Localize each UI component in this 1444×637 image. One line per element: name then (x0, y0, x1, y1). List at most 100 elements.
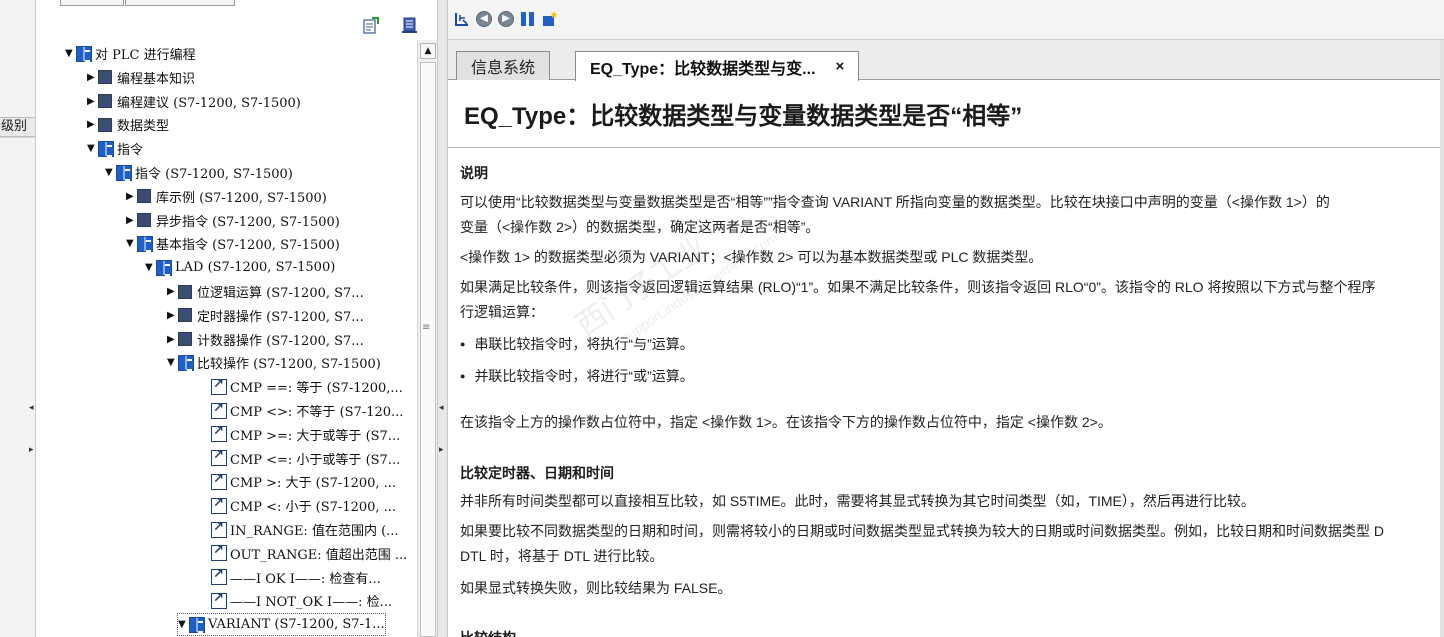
collapsed-triangle-icon[interactable]: ▶ (87, 72, 98, 83)
collapsed-triangle-icon[interactable]: ▶ (87, 119, 98, 130)
tree-item-not-ok[interactable]: ——I NOT_OK I——: 检... (200, 589, 392, 612)
tree-item-out-range[interactable]: OUT_RANGE: 值超出范围 ... (200, 542, 407, 565)
paragraph-3-line-2: 行逻辑运算： (460, 304, 544, 320)
tree-item-cmp-eq[interactable]: CMP ==: 等于 (S7-1200,... (200, 375, 403, 398)
sync-navigation-icon[interactable] (363, 17, 380, 34)
tree-item-data-types[interactable]: ▶ 数据类型 (87, 113, 169, 136)
tree-tab-strip (37, 0, 437, 7)
tree-item-counters[interactable]: ▶ 计数器操作 (S7-1200, S7... (167, 328, 364, 351)
close-tab-icon[interactable]: × (836, 58, 845, 75)
tree-tab-index[interactable] (125, 0, 235, 6)
tree-toolbar (37, 8, 437, 40)
back-arrow-icon[interactable]: ◀ (476, 11, 492, 27)
tree-tab-contents[interactable] (60, 0, 124, 6)
closed-book-icon (178, 332, 192, 347)
open-book-icon (189, 616, 205, 633)
tree-item-label: CMP <>: 不等于 (S7-120... (230, 405, 404, 420)
collapsed-triangle-icon[interactable]: ▶ (167, 334, 178, 345)
title-divider (448, 147, 1444, 148)
tree-item-lad[interactable]: ▼ LAD (S7-1200, S7-1500) (145, 256, 335, 279)
tree-item-bit-logic[interactable]: ▶ 位逻辑运算 (S7-1200, S7... (167, 280, 364, 303)
splitter-left-arrow-icon[interactable]: ◂ (439, 403, 444, 413)
collapse-left-arrow-icon[interactable]: ◂ (29, 403, 34, 413)
paragraph-6-line-1: 如果要比较不同数据类型的日期和时间，则需将较小的日期或时间数据类型显式转换为较大… (460, 523, 1384, 539)
tree-scrollbar[interactable]: ▲ ≡ (417, 40, 437, 637)
splitter-right-arrow-icon[interactable]: ▸ (439, 445, 444, 455)
tree-item-label: IN_RANGE: 值在范围内 (... (230, 524, 399, 539)
tree-item-basic-instructions[interactable]: ▼ 基本指令 (S7-1200, S7-1500) (126, 232, 340, 255)
tree-item-label: 编程建议 (S7-1200, S7-1500) (117, 95, 301, 111)
topic-link-icon (211, 448, 227, 467)
forward-arrow-icon[interactable]: ▶ (498, 11, 514, 27)
paragraph-6-line-2: DTL 时，将基于 DTL 进行比较。 (460, 548, 664, 564)
topic-link-icon (211, 496, 227, 514)
open-book-icon (178, 354, 194, 371)
closed-book-icon (178, 308, 192, 323)
strip-column-label: 级别 (0, 117, 35, 137)
expanded-triangle-icon[interactable]: ▼ (126, 238, 137, 249)
topic-link-icon (211, 591, 227, 609)
expanded-triangle-icon[interactable]: ▼ (87, 143, 98, 154)
tree-item-library-examples[interactable]: ▶ 库示例 (S7-1200, S7-1500) (126, 185, 327, 208)
closed-book-icon (137, 189, 151, 204)
section-heading-description: 说明 (460, 165, 488, 181)
tree-item-programming-basics[interactable]: ▶ 编程基本知识 (87, 66, 195, 89)
tree-item-cmp-lt[interactable]: CMP <: 小于 (S7-1200, ... (200, 494, 396, 517)
help-content-pane: ◀ ▶ 信息系统 EQ_Type：比较数据类型与变... × EQ_Type：比… (448, 0, 1444, 637)
tree-item-timers[interactable]: ▶ 定时器操作 (S7-1200, S7... (167, 304, 364, 327)
tree-item-label: CMP <: 小于 (S7-1200, ... (230, 500, 397, 516)
paragraph-3-line-1: 如果满足比较条件，则该指令返回逻辑运算结果 (RLO)“1”。如果不满足比较条件… (460, 279, 1376, 295)
expanded-triangle-icon[interactable]: ▼ (105, 167, 116, 178)
collapsed-triangle-icon[interactable]: ▶ (87, 96, 98, 107)
topic-link-icon (211, 520, 227, 538)
expand-right-arrow-icon[interactable]: ▸ (29, 445, 34, 455)
show-in-tree-icon[interactable] (454, 11, 470, 27)
tree-item-ok[interactable]: ——I OK I——: 检查有... (200, 566, 381, 589)
tree-item-cmp-le[interactable]: CMP <=: 小于或等于 (S7... (200, 447, 400, 470)
collapsed-triangle-icon[interactable]: ▶ (167, 286, 178, 297)
collapsed-triangle-icon[interactable]: ▶ (167, 310, 178, 321)
tree-item-programming-recommendations[interactable]: ▶ 编程建议 (S7-1200, S7-1500) (87, 90, 301, 113)
tree-item-programming-plc[interactable]: ▼ 对 PLC 进行编程 (65, 42, 196, 65)
tree-item-cmp-ne[interactable]: CMP <>: 不等于 (S7-120... (200, 399, 403, 422)
collapsed-triangle-icon[interactable]: ▶ (126, 191, 137, 202)
help-tree-pane: ▼ 对 PLC 进行编程 ▶ 编程基本知识 ▶ 编程建议 (S7-1200, S7-150… (37, 0, 437, 637)
tree-item-label: 计数器操作 (S7-1200, S7... (197, 333, 364, 349)
tree-item-label: CMP <=: 小于或等于 (S7... (230, 452, 401, 468)
tree-item-label: OUT_RANGE: 值超出范围 ... (230, 547, 408, 563)
strip-divider (0, 137, 35, 138)
tab-eq-type-label: EQ_Type：比较数据类型与变... (590, 60, 816, 78)
content-scrollbar[interactable] (1440, 40, 1444, 637)
tree-item-instructions[interactable]: ▼ 指令 (S7-1200, S7-1500) (105, 161, 293, 184)
scroll-thumb[interactable] (420, 62, 436, 637)
tree-item-in-range[interactable]: IN_RANGE: 值在范围内 (... (200, 518, 399, 541)
tree-item-label: 指令 (S7-1200, S7-1500) (135, 167, 293, 182)
bookmarks-icon[interactable] (520, 11, 536, 27)
open-book-icon (156, 259, 172, 276)
document-tab-strip: 信息系统 EQ_Type：比较数据类型与变... × (448, 40, 1444, 81)
print-icon[interactable] (401, 17, 418, 34)
scroll-up-button[interactable]: ▲ (420, 43, 436, 59)
tree-item-cmp-gt[interactable]: CMP >: 大于 (S7-1200, ... (200, 470, 396, 493)
topic-link-icon (211, 377, 227, 395)
section-heading-timers: 比较定时器、日期和时间 (460, 465, 614, 481)
pane-splitter[interactable]: ◂ ▸ (437, 0, 448, 637)
tab-eq-type[interactable]: EQ_Type：比较数据类型与变... × (575, 51, 860, 81)
expanded-triangle-icon[interactable]: ▼ (167, 357, 178, 368)
watermark: 西门子工业 support.industry.siemens.com (570, 115, 905, 369)
tab-information-system[interactable]: 信息系统 (456, 51, 551, 80)
collapsed-triangle-icon[interactable]: ▶ (126, 215, 137, 226)
tree-item-label: 定时器操作 (S7-1200, S7... (197, 309, 364, 325)
open-book-icon (116, 164, 132, 181)
expanded-triangle-icon[interactable]: ▼ (178, 619, 189, 630)
closed-book-icon (178, 284, 192, 299)
tree-item-comparator[interactable]: ▼ 比较操作 (S7-1200, S7-1500) (167, 351, 381, 374)
tree-item-instructions-folder[interactable]: ▼ 指令 (87, 137, 143, 160)
tree-item-label: 比较操作 (S7-1200, S7-1500) (197, 357, 381, 373)
expanded-triangle-icon[interactable]: ▼ (145, 262, 156, 273)
expanded-triangle-icon[interactable]: ▼ (65, 48, 76, 59)
tree-item-async-instructions[interactable]: ▶ 异步指令 (S7-1200, S7-1500) (126, 209, 340, 232)
tree-item-variant[interactable]: ▼ VARIANT (S7-1200, S7-1... (177, 613, 386, 637)
tree-item-cmp-ge[interactable]: CMP >=: 大于或等于 (S7... (200, 423, 400, 446)
add-bookmark-icon[interactable] (542, 11, 558, 27)
